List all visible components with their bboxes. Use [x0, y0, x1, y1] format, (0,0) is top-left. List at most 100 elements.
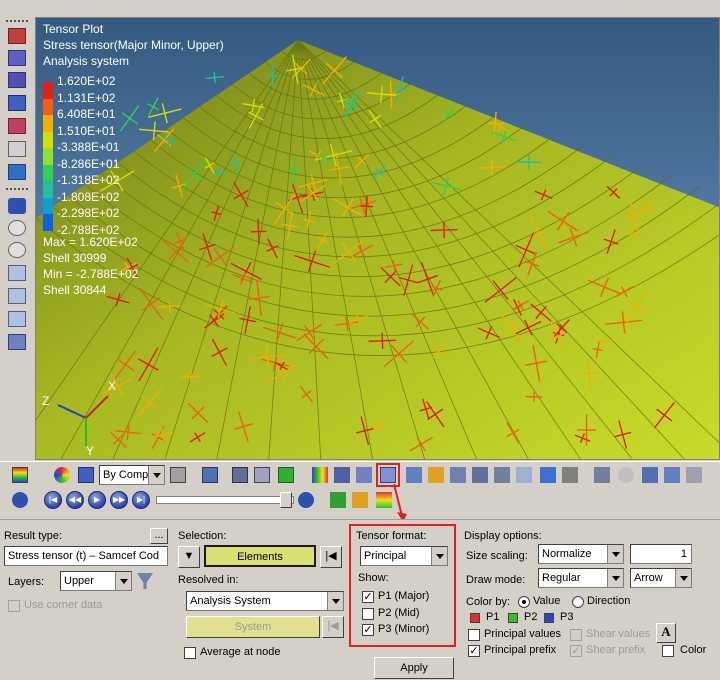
first-frame-button[interactable]: |◀ — [44, 491, 62, 509]
section-icon[interactable] — [494, 467, 510, 483]
principal-prefix-checkbox[interactable]: ✓ — [468, 645, 480, 657]
last-frame-button[interactable]: ▶| — [132, 491, 150, 509]
chevron-down-icon[interactable] — [327, 592, 343, 610]
vector-toolbar-icon[interactable] — [334, 467, 350, 483]
average-at-node-label: Average at node — [200, 646, 281, 658]
layers-icon[interactable] — [8, 198, 26, 214]
size-scaling-label: Size scaling: — [466, 550, 528, 562]
selection-dropdown-button[interactable]: ▼ — [178, 546, 200, 568]
system-button[interactable]: System — [186, 616, 320, 638]
selection-elements-button[interactable]: Elements — [204, 545, 316, 567]
eye-select-icon[interactable] — [8, 242, 26, 258]
layers-value: Upper — [64, 575, 94, 587]
selection-label: Selection: — [178, 530, 227, 542]
animation-slider[interactable] — [156, 496, 294, 504]
shaded-display-icon[interactable] — [202, 467, 218, 483]
animation-slider-thumb[interactable] — [280, 492, 292, 508]
table-icon[interactable] — [516, 467, 532, 483]
system-reset-button[interactable]: |◀ — [322, 616, 344, 638]
monitor-icon[interactable] — [8, 164, 26, 180]
chevron-down-icon[interactable] — [675, 569, 691, 587]
feature-icon[interactable] — [278, 467, 294, 483]
principal-values-checkbox[interactable] — [468, 629, 480, 641]
color-mode-icon[interactable] — [78, 467, 94, 483]
legend-scale-value: -8.286E+01 — [57, 156, 120, 171]
color-checkbox[interactable] — [662, 645, 674, 657]
load-results-icon[interactable] — [330, 492, 346, 508]
apply-button[interactable]: Apply — [374, 657, 454, 679]
legend-scale-row: -8.286E+01 — [43, 156, 203, 181]
toolbar-grip[interactable] — [6, 20, 28, 22]
p2-mid-checkbox[interactable] — [362, 608, 374, 620]
animation-mode-icon[interactable] — [12, 492, 28, 508]
draw-mode-select[interactable]: Regular — [538, 568, 624, 588]
p2-color-swatch[interactable] — [508, 613, 518, 623]
chevron-down-icon[interactable] — [607, 569, 623, 587]
hierarchy-icon[interactable] — [8, 265, 26, 281]
graphics-viewport[interactable]: X Y Z Tensor Plot Stress tensor(Major Mi… — [35, 17, 720, 460]
size-scaling-input[interactable]: 1 — [630, 544, 692, 564]
query-icon[interactable] — [594, 467, 610, 483]
flag-icon[interactable] — [428, 467, 444, 483]
measure-icon[interactable] — [8, 141, 26, 157]
deformed-toolbar-icon[interactable] — [356, 467, 372, 483]
mesh-display-icon[interactable] — [170, 467, 186, 483]
deformed-icon[interactable] — [8, 72, 26, 88]
mirror-icon[interactable] — [254, 467, 270, 483]
tensor-icon[interactable] — [8, 118, 26, 134]
size-scaling-select[interactable]: Normalize — [538, 544, 624, 564]
legend-stats: Max = 1.620E+02 Shell 30999 Min = -2.788… — [43, 234, 138, 298]
graph-icon[interactable] — [450, 467, 466, 483]
legend-icon[interactable] — [12, 467, 28, 483]
color-mode-select[interactable]: By Comp — [99, 465, 165, 485]
export-icon[interactable] — [352, 492, 368, 508]
hierarchy-eye-icon[interactable] — [8, 311, 26, 327]
p1-major-checkbox[interactable]: ✓ — [362, 591, 374, 603]
filter-icon[interactable] — [137, 573, 153, 589]
contour-icon[interactable] — [8, 28, 26, 44]
result-type-browse-button[interactable]: ... — [150, 528, 168, 544]
resolved-in-select[interactable]: Analysis System — [186, 591, 344, 611]
forward-button[interactable]: ▶▶ — [110, 491, 128, 509]
draw-style-select[interactable]: Arrow — [630, 568, 692, 588]
chevron-down-icon[interactable] — [115, 572, 131, 590]
contour-toolbar-icon[interactable] — [312, 467, 328, 483]
color-by-direction-radio[interactable] — [572, 596, 584, 608]
chevron-down-icon[interactable] — [607, 545, 623, 563]
crosshair-icon[interactable] — [562, 467, 578, 483]
report-icon[interactable] — [686, 467, 702, 483]
vector-icon[interactable] — [8, 95, 26, 111]
p3-minor-checkbox[interactable]: ✓ — [362, 624, 374, 636]
play-button[interactable]: ▶ — [88, 491, 106, 509]
layers-select[interactable]: Upper — [60, 571, 132, 591]
p3-color-swatch[interactable] — [544, 613, 554, 623]
legend-scale-row: -3.388E+01 — [43, 140, 203, 165]
assign-result-icon[interactable] — [8, 50, 26, 66]
font-button[interactable]: A — [656, 623, 676, 643]
color-by-value-radio[interactable] — [518, 596, 530, 608]
chevron-down-icon[interactable] — [431, 547, 447, 565]
size-scaling-value: Normalize — [542, 548, 592, 560]
streamline-icon[interactable] — [472, 467, 488, 483]
average-at-node-checkbox[interactable] — [184, 647, 196, 659]
shear-prefix-checkbox[interactable]: ✓ — [570, 645, 582, 657]
component-icon[interactable] — [232, 467, 248, 483]
shear-values-checkbox[interactable] — [570, 629, 582, 641]
mask-icon[interactable] — [8, 334, 26, 350]
eye-icon[interactable] — [8, 220, 26, 236]
hierarchy-alt-icon[interactable] — [8, 288, 26, 304]
camera-icon[interactable] — [664, 467, 680, 483]
selection-reset-button[interactable]: |◀ — [320, 546, 342, 568]
chevron-down-icon[interactable] — [148, 466, 164, 484]
color-wheel-icon[interactable] — [54, 467, 70, 483]
toolbar-grip[interactable] — [6, 188, 28, 190]
tracking-icon[interactable] — [540, 467, 556, 483]
use-corner-data-checkbox[interactable] — [8, 600, 20, 612]
rewind-button[interactable]: ◀◀ — [66, 491, 84, 509]
result-type-select[interactable]: Stress tensor (t) – Samcef Cod — [4, 546, 168, 566]
tensor-format-select[interactable]: Principal — [360, 546, 448, 566]
p1-color-swatch[interactable] — [470, 613, 480, 623]
animation-settings-icon[interactable] — [298, 492, 314, 508]
note-icon[interactable] — [618, 467, 634, 483]
measure-toolbar-icon[interactable] — [642, 467, 658, 483]
